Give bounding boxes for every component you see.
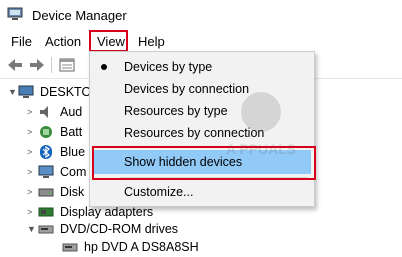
tree-item-label: DVD/CD-ROM drives — [60, 222, 179, 236]
tree-item-label: Display adapters — [60, 205, 154, 219]
radio-bullet-icon — [101, 64, 107, 70]
expand-arrow-icon[interactable]: > — [27, 147, 32, 157]
computer-icon — [38, 165, 54, 178]
tree-item-label: Disk — [60, 185, 85, 199]
disk-icon — [38, 188, 54, 197]
back-arrow-icon[interactable] — [5, 56, 25, 74]
tree-item-label: Aud — [60, 105, 83, 119]
title-bar: Device Manager — [0, 0, 402, 31]
device-manager-icon — [7, 7, 23, 20]
tree-item-label: Blue — [60, 145, 86, 159]
display-adapter-icon — [38, 207, 54, 217]
tree-item-label: Com — [60, 165, 87, 179]
view-menu-highlight-box — [89, 30, 128, 52]
expand-arrow-icon[interactable]: > — [27, 127, 32, 137]
toolbar-divider — [51, 57, 52, 73]
svg-text:A PPUALS: A PPUALS — [226, 141, 296, 157]
properties-icon[interactable] — [57, 56, 77, 74]
menu-item-devices-by-type[interactable]: Devices by type — [90, 55, 314, 79]
tree-item-label: hp DVD A DS8A8SH — [84, 240, 199, 254]
menu-help[interactable]: Help — [138, 34, 165, 49]
collapse-arrow-icon[interactable]: ▼ — [8, 87, 17, 97]
dvd-icon — [62, 243, 78, 252]
expand-arrow-icon[interactable]: > — [27, 207, 32, 217]
dvd-drive-icon — [38, 225, 54, 234]
collapse-arrow-icon[interactable]: ▼ — [27, 224, 36, 234]
window-title: Device Manager — [32, 8, 127, 23]
expand-arrow-icon[interactable]: > — [27, 187, 32, 197]
expand-arrow-icon[interactable]: > — [27, 107, 32, 117]
expand-arrow-icon[interactable]: > — [27, 167, 32, 177]
computer-icon — [18, 85, 34, 98]
menu-item-customize[interactable]: Customize... — [90, 180, 314, 204]
menu-item-label: Devices by type — [124, 60, 213, 74]
menu-file[interactable]: File — [11, 34, 32, 49]
forward-arrow-icon[interactable] — [27, 56, 47, 74]
menu-item-label: Customize... — [124, 185, 194, 199]
tree-root-label: DESKTO — [40, 85, 92, 99]
audio-icon — [40, 106, 48, 118]
tree-item-label: Batt — [60, 125, 83, 139]
menu-action[interactable]: Action — [45, 34, 81, 49]
menu-bar: File Action View Help — [0, 31, 402, 53]
battery-icon — [40, 126, 52, 138]
bluetooth-icon — [40, 145, 52, 159]
appuals-watermark-logo: A PPUALS — [226, 92, 296, 157]
menu-item-label: Resources by type — [124, 104, 228, 118]
